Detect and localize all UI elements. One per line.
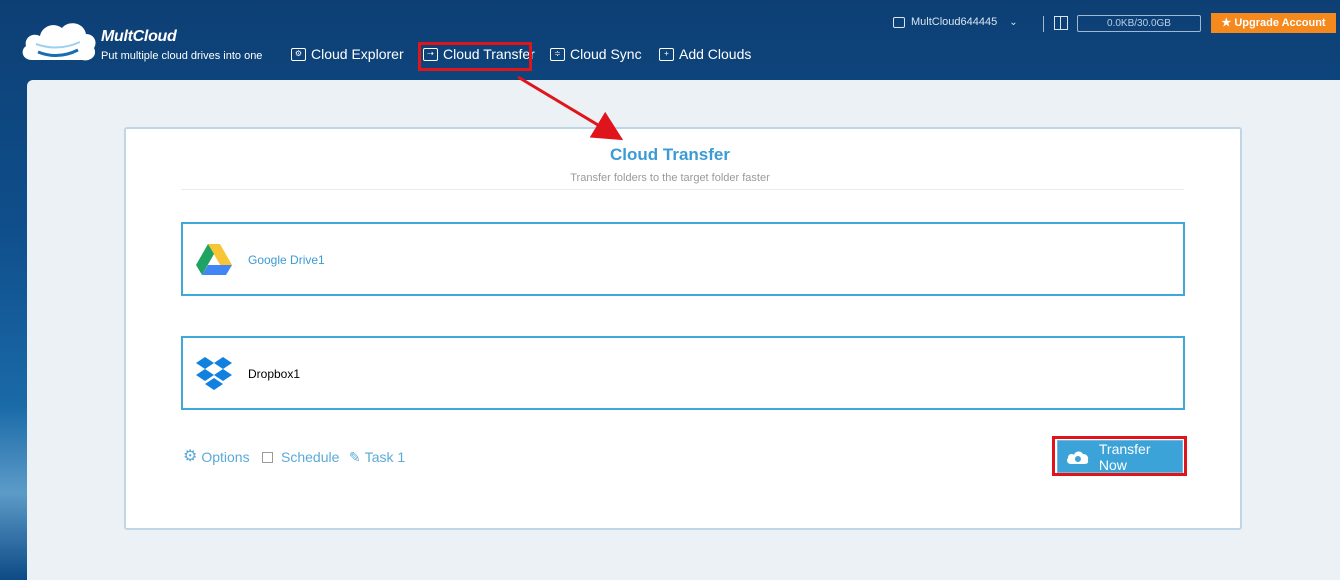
gear-icon: ⚙	[183, 448, 198, 465]
sync-icon: ≑	[550, 47, 565, 61]
options-label: Options	[201, 449, 250, 465]
transfer-button-highlight-box	[1052, 436, 1187, 476]
top-bar: MultCloud Put multiple cloud drives into…	[0, 0, 1340, 80]
nav-cloud-explorer[interactable]: ⚙ Cloud Explorer	[291, 45, 404, 63]
gear-icon: ⚙	[291, 47, 306, 61]
title-divider	[181, 189, 1184, 190]
edit-icon: ✎	[349, 449, 361, 465]
header-divider	[1043, 16, 1044, 32]
google-drive-icon	[196, 244, 232, 275]
nav-cloud-sync-label: Cloud Sync	[570, 46, 642, 62]
upgrade-account-button[interactable]: ★ Upgrade Account	[1211, 13, 1336, 33]
dropbox-icon	[196, 357, 232, 390]
brand-tagline: Put multiple cloud drives into one	[101, 50, 263, 62]
chevron-down-icon: ⌄	[1009, 16, 1018, 28]
nav-add-clouds[interactable]: + Add Clouds	[659, 45, 751, 63]
brand-name[interactable]: MultCloud	[101, 28, 177, 46]
target-cloud-name: Dropbox1	[248, 367, 301, 381]
plus-icon: +	[659, 47, 674, 61]
nav-cloud-sync[interactable]: ≑ Cloud Sync	[550, 45, 642, 63]
account-icon	[893, 16, 905, 28]
source-cloud-slot[interactable]: Google Drive1	[181, 222, 1185, 296]
nav-highlight-box	[418, 42, 532, 71]
target-cloud-slot[interactable]: Dropbox1	[181, 336, 1185, 410]
gift-icon[interactable]	[1054, 16, 1068, 30]
options-link[interactable]: ⚙ Options	[183, 448, 250, 466]
multcloud-logo-icon[interactable]	[18, 16, 98, 68]
username: MultCloud644445	[911, 16, 998, 28]
task-name-label: Task 1	[364, 449, 406, 465]
nav-add-clouds-label: Add Clouds	[679, 46, 752, 62]
nav-cloud-explorer-label: Cloud Explorer	[311, 46, 404, 62]
user-menu[interactable]: MultCloud644445 ⌄	[893, 16, 1018, 28]
schedule-label: Schedule	[281, 449, 340, 465]
page-title: Cloud Transfer	[610, 145, 730, 164]
page-subtitle: Transfer folders to the target folder fa…	[570, 172, 770, 184]
source-cloud-name: Google Drive1	[248, 253, 325, 267]
storage-usage: 0.0KB/30.0GB	[1077, 15, 1201, 32]
schedule-checkbox[interactable]	[262, 451, 273, 463]
task-name-link[interactable]: ✎ Task 1	[349, 449, 405, 465]
schedule-link[interactable]: Schedule	[262, 449, 339, 465]
